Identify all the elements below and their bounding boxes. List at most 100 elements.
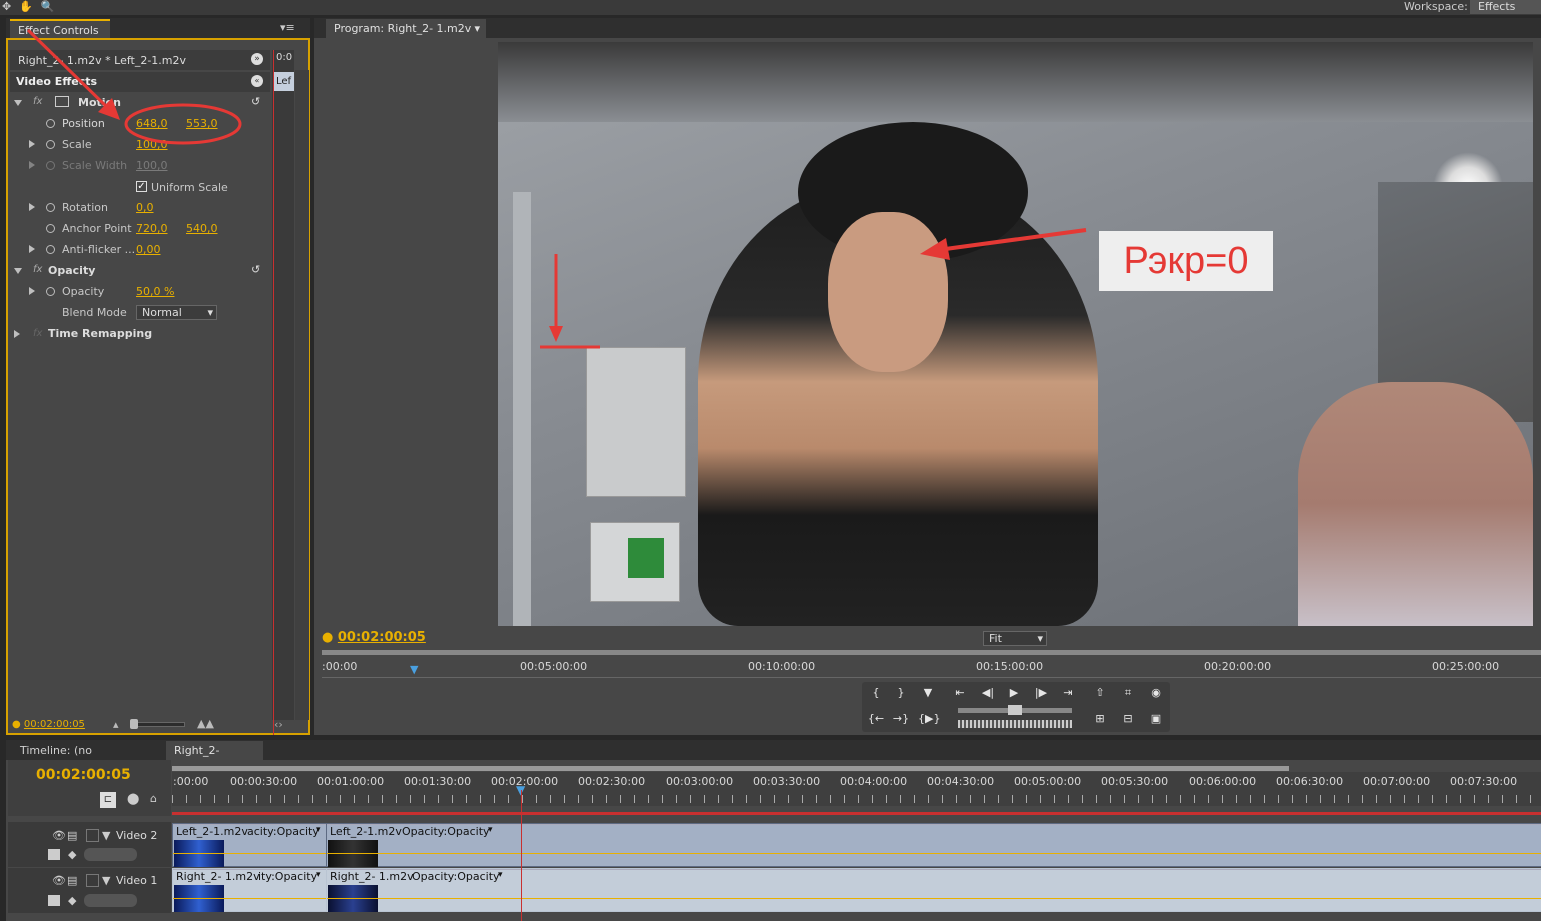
- marker-icon[interactable]: ▼: [918, 684, 938, 702]
- timeline-timecode[interactable]: 00:02:00:05: [36, 767, 131, 783]
- fx-icon[interactable]: fx: [33, 264, 42, 275]
- annotation-arrow: [26, 28, 242, 145]
- expand-track-icon[interactable]: ▼: [102, 829, 110, 842]
- rotation-value[interactable]: 0,0: [136, 201, 154, 214]
- clip-v1-1[interactable]: Right_2- 1.m2v ity:Opacity ▾: [173, 869, 326, 912]
- eye-icon[interactable]: 👁: [52, 874, 66, 887]
- ruler-tick-label: 00:03:00:00: [666, 775, 734, 788]
- antiflicker-value[interactable]: 0,00: [136, 243, 161, 256]
- stopwatch-icon[interactable]: [46, 245, 55, 254]
- stopwatch-icon[interactable]: [46, 224, 55, 233]
- safe-margins-icon[interactable]: ⌗: [1118, 684, 1138, 702]
- ruler-ticks: [172, 795, 1541, 803]
- play-in-out-icon[interactable]: {▶}: [918, 710, 940, 728]
- chevron-down-icon: ▾: [488, 825, 493, 835]
- lock-icon[interactable]: ▤: [67, 829, 77, 842]
- rotation-label: Rotation: [62, 201, 109, 214]
- eye-icon[interactable]: 👁: [52, 829, 66, 842]
- track-name-video2: Video 2: [116, 829, 158, 842]
- extract-icon[interactable]: ⊞: [1090, 710, 1110, 728]
- ruler-tick-label: 00:20:00:00: [1204, 660, 1272, 673]
- ruler-tick-label: :00:00: [322, 660, 358, 673]
- trim-icon[interactable]: ⊟: [1118, 710, 1138, 728]
- scrollbar[interactable]: [295, 70, 309, 720]
- program-playhead-icon[interactable]: ▼: [410, 663, 418, 676]
- output-icon[interactable]: ◉: [1146, 684, 1166, 702]
- program-tabbar: [314, 18, 1541, 38]
- ruler-tick-label: 00:05:30:00: [1101, 775, 1169, 788]
- effect-timecode-value: 00:02:00:05: [23, 719, 85, 730]
- play-icon[interactable]: ▶: [1004, 684, 1024, 702]
- program-timecode-value: 00:02:00:05: [337, 630, 426, 645]
- sync-lock-icon[interactable]: [86, 874, 99, 887]
- program-scrollbar[interactable]: [322, 650, 1541, 655]
- keyframe-nav[interactable]: [84, 848, 137, 861]
- keyframe-icon[interactable]: ◆: [68, 894, 76, 907]
- lift-icon[interactable]: ⇧: [1090, 684, 1110, 702]
- antiflicker-label: Anti-flicker ...: [62, 243, 136, 256]
- tab-program[interactable]: Program: Right_2- 1.m2v ▾: [326, 19, 486, 38]
- step-back-icon[interactable]: ◀|: [978, 684, 998, 702]
- mark-in-icon[interactable]: {: [866, 684, 886, 702]
- snap-icon[interactable]: ⊏: [100, 792, 116, 808]
- uniform-scale-checkbox[interactable]: ✓: [136, 181, 147, 192]
- expand-track-icon[interactable]: ▼: [102, 874, 110, 887]
- mark-out-icon[interactable]: }: [891, 684, 911, 702]
- timeline-playhead[interactable]: [521, 790, 522, 921]
- effect-timecode[interactable]: ● 00:02:00:05: [12, 719, 85, 730]
- lock-icon[interactable]: ▤: [67, 874, 77, 887]
- go-to-out-icon[interactable]: ⇥: [1058, 684, 1078, 702]
- program-ruler[interactable]: :00:00 00:05:00:00 00:10:00:00 00:15:00:…: [322, 656, 1541, 678]
- clip-effect: Opacity:Opacity: [402, 825, 490, 838]
- step-forward-icon[interactable]: |▶: [1031, 684, 1051, 702]
- go-to-in-icon[interactable]: ⇤: [950, 684, 970, 702]
- sync-lock-icon[interactable]: [86, 829, 99, 842]
- ruler-tick-label: 00:01:30:00: [404, 775, 472, 788]
- fit-value: Fit: [989, 632, 1002, 645]
- timeline-scrollbar[interactable]: [172, 766, 1289, 771]
- blend-mode-value: Normal: [142, 306, 182, 319]
- camera-icon[interactable]: ▣: [1146, 710, 1166, 728]
- anchor-y[interactable]: 540,0: [186, 222, 218, 235]
- blend-mode-select[interactable]: Normal ▾: [136, 305, 217, 320]
- prev-edit-icon[interactable]: {←: [866, 710, 886, 728]
- keyframe-icon[interactable]: ◆: [68, 848, 76, 861]
- display-style-icon[interactable]: [48, 895, 60, 906]
- ruler-tick-label: 00:10:00:00: [748, 660, 816, 673]
- stopwatch-icon[interactable]: [46, 203, 55, 212]
- chevron-down-icon: ▾: [474, 22, 480, 35]
- clip-name: Right_2- 1.m2v: [330, 870, 414, 883]
- clip-v1-2[interactable]: Right_2- 1.m2v Opacity:Opacity ▾: [327, 869, 1541, 912]
- zoom-in-icon[interactable]: ▲▲: [197, 717, 214, 730]
- add-marker-icon[interactable]: ⌂: [150, 792, 157, 805]
- opacity-value[interactable]: 50,0 %: [136, 285, 174, 298]
- reset-icon[interactable]: ↺: [251, 263, 260, 276]
- zoom-out-icon[interactable]: ▴: [113, 718, 119, 731]
- clip-v2-1[interactable]: Left_2-1.m2v acity:Opacity ▾: [173, 824, 326, 867]
- next-edit-icon[interactable]: →}: [891, 710, 911, 728]
- anchor-x[interactable]: 720,0: [136, 222, 168, 235]
- display-style-icon[interactable]: [48, 849, 60, 860]
- work-area-bar[interactable]: [172, 812, 1541, 815]
- ruler-tick-label: 00:01:00:00: [317, 775, 385, 788]
- zoom-slider[interactable]: [130, 722, 185, 727]
- workspace-select[interactable]: Effects: [1470, 0, 1541, 14]
- tab-sequence[interactable]: Right_2- 1.m2v ×: [166, 741, 263, 776]
- program-timecode[interactable]: ● 00:02:00:05: [322, 630, 426, 645]
- keyframe-nav[interactable]: [84, 894, 137, 907]
- ruler-tick-label: 00:15:00:00: [976, 660, 1044, 673]
- jog-dial[interactable]: [958, 720, 1072, 728]
- nav-arrows-icon[interactable]: ‹›: [274, 718, 283, 731]
- uniform-scale-label: Uniform Scale: [151, 181, 228, 194]
- ruler-tick-label: 00:07:30:00: [1450, 775, 1518, 788]
- fit-select[interactable]: Fit ▾: [983, 631, 1047, 646]
- ruler-tick-label: 00:00:30:00: [230, 775, 298, 788]
- marker-icon[interactable]: ⬤: [127, 792, 139, 805]
- clip-v2-2[interactable]: Left_2-1.m2v Opacity:Opacity ▾: [327, 824, 1541, 867]
- tab-timeline[interactable]: Timeline: (no sequences): [12, 741, 164, 776]
- stopwatch-icon[interactable]: [46, 287, 55, 296]
- ruler-tick-label: :00:00: [173, 775, 209, 788]
- shuttle-thumb[interactable]: [1008, 705, 1022, 715]
- opacity-group-label: Opacity: [48, 264, 96, 277]
- zoom-slider-thumb[interactable]: [130, 719, 138, 729]
